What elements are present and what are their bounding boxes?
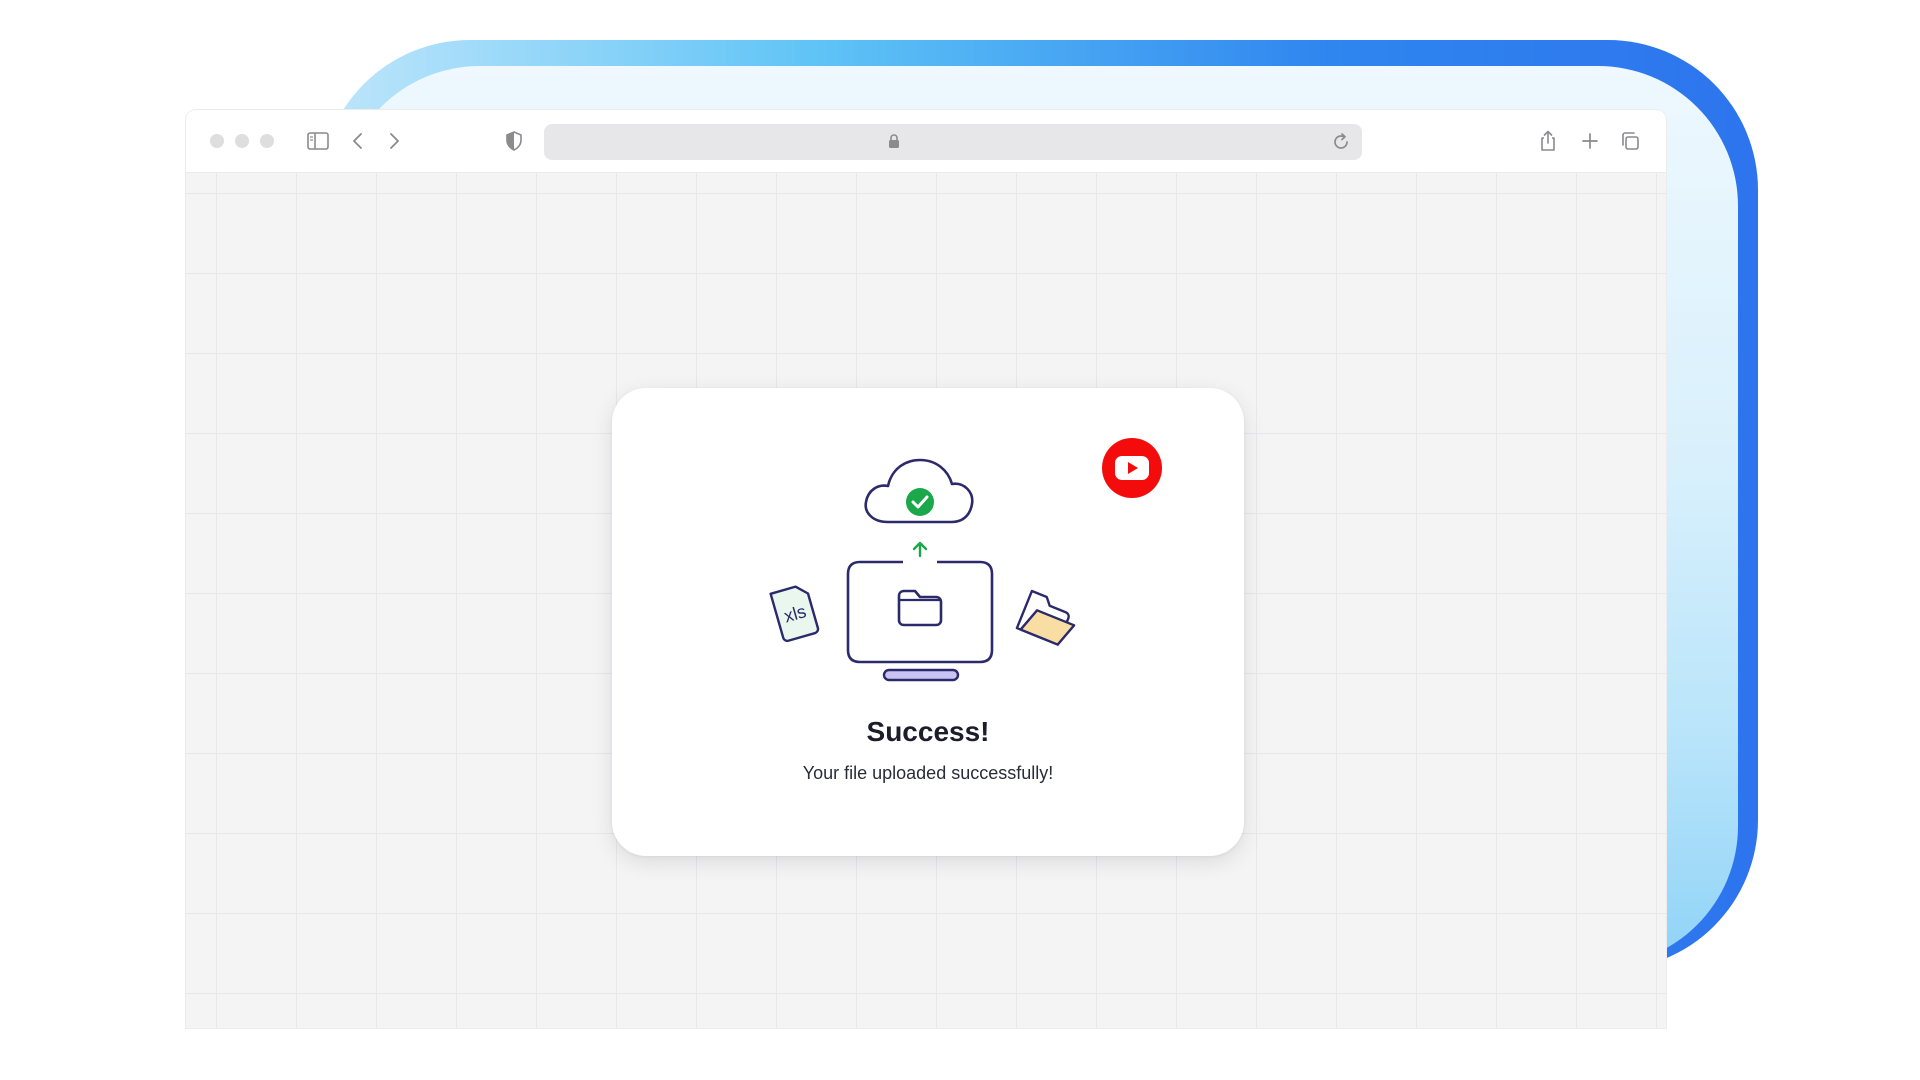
forward-icon[interactable] [380, 127, 408, 155]
lock-icon [888, 134, 900, 154]
upload-success-modal: xls Success! Your file uploaded successf… [612, 388, 1244, 856]
folder-icon [897, 589, 943, 627]
cloud-check-icon [864, 458, 974, 524]
share-icon[interactable] [1534, 127, 1562, 155]
xls-file-icon: xls [769, 585, 820, 643]
window-close-button[interactable] [210, 134, 224, 148]
reload-icon[interactable] [1330, 131, 1352, 158]
shield-icon[interactable] [500, 127, 528, 155]
window-minimize-button[interactable] [235, 134, 249, 148]
upload-illustration: xls [760, 450, 1100, 700]
new-tab-icon[interactable] [1576, 127, 1604, 155]
browser-toolbar [186, 110, 1666, 173]
open-folder-icon [1015, 589, 1076, 646]
sidebar-toggle-icon[interactable] [304, 127, 332, 155]
youtube-play-icon[interactable] [1102, 438, 1162, 498]
window-zoom-button[interactable] [260, 134, 274, 148]
stage: xls Success! Your file uploaded successf… [0, 0, 1920, 1080]
modal-message: Your file uploaded successfully! [802, 763, 1054, 783]
back-icon[interactable] [344, 127, 372, 155]
tabs-overview-icon[interactable] [1616, 127, 1644, 155]
modal-title: Success! [866, 716, 990, 747]
address-bar[interactable] [544, 124, 1362, 160]
upload-arrow-icon [912, 541, 928, 558]
